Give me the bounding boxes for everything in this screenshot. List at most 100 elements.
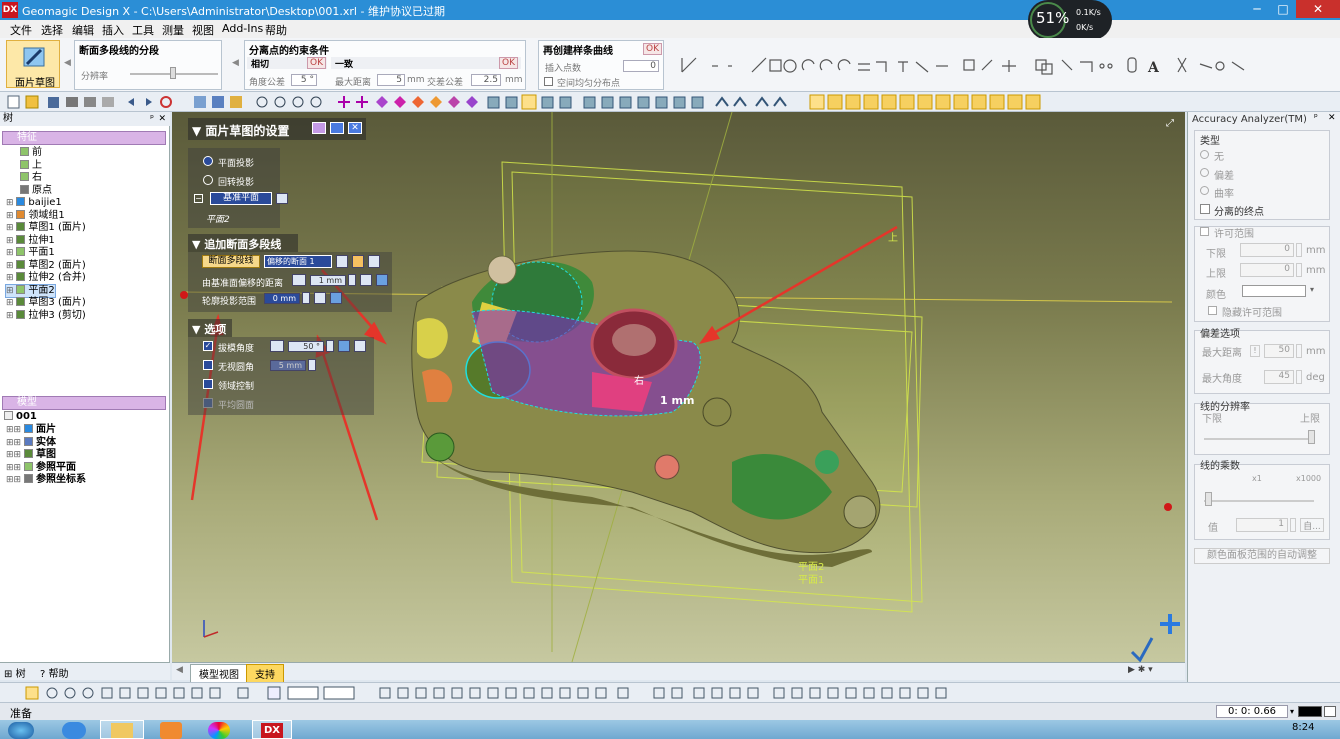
- upper-spinner[interactable]: [1296, 263, 1302, 277]
- close-icon[interactable]: ✕: [158, 112, 166, 126]
- max-dist-rp-input[interactable]: 50: [1264, 344, 1294, 358]
- model-item[interactable]: ⊞⊞ 实体: [6, 436, 56, 450]
- tab-support[interactable]: 支持: [246, 664, 284, 683]
- model-item[interactable]: ⊞⊞ 草图: [6, 449, 56, 462]
- menu-file[interactable]: 文件: [10, 22, 32, 38]
- minimize-button[interactable]: ─: [1244, 0, 1270, 18]
- expand-icon[interactable]: ⊞: [6, 261, 16, 271]
- tab-tree[interactable]: ⊞ 树: [4, 665, 26, 680]
- 3d-viewport[interactable]: 1 mm 右 上 平面2 平面1 ⤢ ▼ 面片草图的设置 ✕ 平面投影 回转投影…: [172, 112, 1185, 662]
- menu-measure[interactable]: 测量: [162, 22, 184, 38]
- expand-icon[interactable]: ⊞: [6, 286, 16, 296]
- feature-item[interactable]: 右: [20, 172, 42, 185]
- resolution-slider-handle[interactable]: [170, 67, 176, 79]
- feature-item[interactable]: 原点: [20, 184, 52, 198]
- feature-item[interactable]: ⊞ 草图1 (面片): [6, 222, 86, 235]
- hide-range-checkbox[interactable]: [1208, 306, 1217, 315]
- base-plane-clear-icon[interactable]: [276, 193, 288, 204]
- offset-dist-icon-1[interactable]: [360, 274, 372, 286]
- base-plane-collapse-icon[interactable]: −: [194, 194, 203, 203]
- section-polyline-button[interactable]: 断面多段线: [202, 255, 260, 268]
- maximize-view-icon[interactable]: ⤢: [1166, 118, 1174, 129]
- expand-icon[interactable]: ⊞: [6, 211, 16, 221]
- section-icon-3[interactable]: [368, 255, 380, 268]
- feature-item[interactable]: ⊞ 草图3 (面片): [6, 297, 86, 310]
- type-deviation-radio[interactable]: [1200, 168, 1209, 177]
- expand-icon[interactable]: ⊞: [6, 311, 16, 321]
- close-button[interactable]: ✕: [1296, 0, 1340, 18]
- tolerance-checkbox[interactable]: [1200, 227, 1209, 236]
- model-item[interactable]: ⊞⊞ 面片: [6, 424, 56, 437]
- tabs-scroll-right-icon[interactable]: ▶ ✱ ▾: [1128, 665, 1153, 675]
- offset-section-select[interactable]: 偏移的断面 1: [264, 255, 332, 268]
- chrome-icon[interactable]: [208, 722, 230, 739]
- maximize-button[interactable]: □: [1270, 0, 1296, 18]
- menu-select[interactable]: 选择: [41, 22, 63, 38]
- contour-range-input[interactable]: 0 mm: [264, 293, 300, 304]
- mult-auto-button[interactable]: 自...: [1300, 518, 1324, 532]
- expand-icon[interactable]: ⊞: [6, 273, 16, 283]
- angle-tol-input[interactable]: 5 °: [291, 74, 317, 86]
- draft-angle-input[interactable]: 50 °: [288, 341, 324, 352]
- draft-icon-2[interactable]: [354, 340, 366, 352]
- average-face-checkbox[interactable]: [203, 398, 213, 408]
- expand-icon[interactable]: ⊞: [6, 223, 16, 233]
- line-multiplier-handle[interactable]: [1205, 492, 1212, 506]
- respline-ok-button[interactable]: OK: [643, 43, 662, 55]
- feature-item[interactable]: ⊞ 领域组1: [6, 209, 65, 223]
- expand-icon[interactable]: ⊞⊞: [6, 438, 24, 448]
- collapse-icon-3[interactable]: ▼: [192, 323, 200, 336]
- offset-distance-input[interactable]: 1 mm: [310, 275, 346, 286]
- max-dist-rp-spinner[interactable]: [1296, 344, 1302, 358]
- expand-icon[interactable]: ⊞⊞: [6, 450, 24, 460]
- contour-icon-1[interactable]: [314, 292, 326, 304]
- draft-arrow-icon[interactable]: [270, 340, 284, 352]
- ignore-fillet-checkbox[interactable]: [203, 360, 213, 370]
- feature-item[interactable]: ⊞ 拉伸1: [6, 234, 55, 248]
- confirm-icon[interactable]: [330, 122, 344, 134]
- ignore-fillet-input[interactable]: 5 mm: [270, 360, 306, 371]
- max-dist-input[interactable]: 5: [377, 74, 405, 86]
- tab-help[interactable]: ? 帮助: [40, 665, 69, 680]
- expand-icon[interactable]: ⊞: [6, 236, 16, 246]
- expand-icon[interactable]: ⊞: [6, 298, 16, 308]
- type-curvature-radio[interactable]: [1200, 186, 1209, 195]
- collapse-icon-2[interactable]: ▼: [192, 238, 200, 251]
- mesh-sketch-button[interactable]: 面片草图: [6, 40, 60, 89]
- consistent-ok-button[interactable]: OK: [499, 57, 518, 69]
- type-none-radio[interactable]: [1200, 150, 1209, 159]
- feature-item[interactable]: 上: [20, 159, 42, 173]
- cancel-icon[interactable]: ✕: [348, 122, 362, 134]
- separated-end-checkbox[interactable]: [1200, 204, 1210, 214]
- features-section[interactable]: 特征: [2, 131, 166, 145]
- lower-spinner[interactable]: [1296, 243, 1302, 257]
- max-angle-spinner[interactable]: [1296, 370, 1302, 384]
- offset-dist-arrow-icon[interactable]: [292, 274, 306, 286]
- draft-angle-checkbox[interactable]: ✓: [203, 341, 213, 351]
- contour-spinner[interactable]: [302, 292, 310, 304]
- ribbon-scroll-left2-icon[interactable]: ◀: [232, 58, 239, 68]
- ie-icon[interactable]: [62, 722, 86, 739]
- max-angle-input[interactable]: 45: [1264, 370, 1294, 384]
- fillet-spinner[interactable]: [308, 359, 316, 371]
- feature-item[interactable]: ⊞ 拉伸2 (合并): [6, 272, 86, 285]
- max-dist-info-icon[interactable]: !: [1250, 345, 1260, 357]
- auto-adjust-button[interactable]: 颜色面板范围的自动调整: [1194, 548, 1330, 564]
- expand-icon[interactable]: ⊞⊞: [6, 425, 24, 435]
- collapse-icon[interactable]: ▼: [192, 124, 201, 138]
- draft-icon-1[interactable]: [338, 340, 350, 352]
- menu-view[interactable]: 视图: [192, 22, 214, 38]
- menu-edit[interactable]: 编辑: [72, 22, 94, 38]
- menu-tools[interactable]: 工具: [132, 22, 154, 38]
- tabs-scroll-left-icon[interactable]: ◀: [176, 665, 183, 675]
- draft-spinner[interactable]: [326, 340, 334, 352]
- feature-item[interactable]: ⊞ 平面1: [6, 247, 55, 260]
- line-multiplier-slider[interactable]: [1204, 500, 1314, 502]
- cross-tol-input[interactable]: 2.5: [471, 74, 501, 86]
- feature-item[interactable]: ⊞ baijie1: [6, 197, 62, 210]
- model-item[interactable]: ⊞⊞ 参照坐标系: [6, 474, 86, 487]
- model-root[interactable]: 001: [4, 411, 37, 424]
- design-x-task[interactable]: DX: [252, 720, 292, 739]
- expand-icon[interactable]: ⊞: [6, 198, 16, 208]
- ribbon-scroll-left-icon[interactable]: ◀: [64, 58, 71, 68]
